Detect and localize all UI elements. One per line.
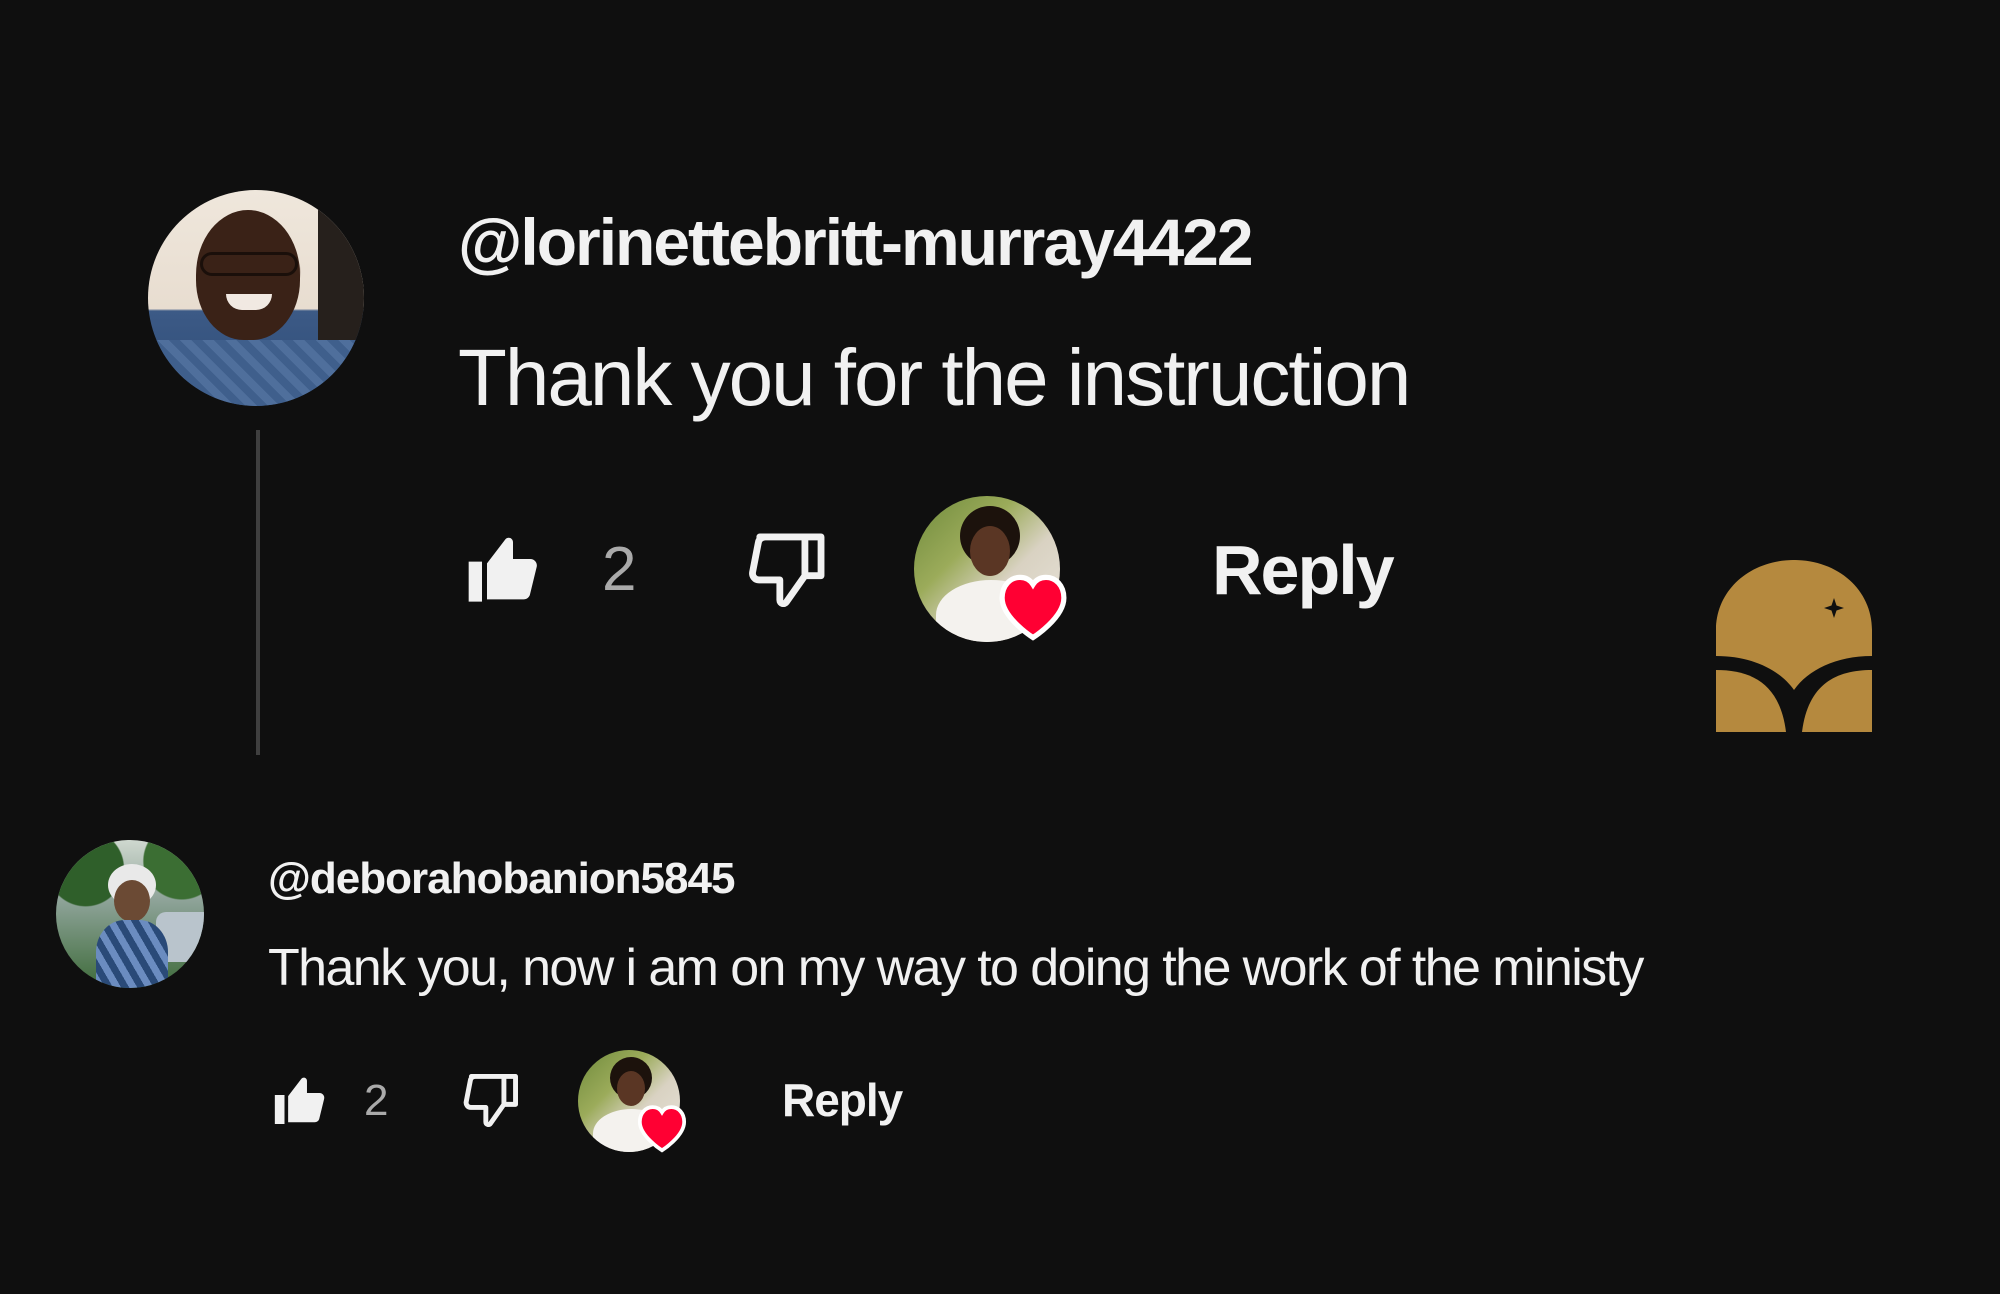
thumbs-down-icon[interactable] <box>460 1070 522 1132</box>
avatar-shirt <box>148 340 364 406</box>
creator-heart-badge[interactable] <box>914 496 1074 656</box>
avatar-dress <box>96 920 168 988</box>
comment-2-author-avatar[interactable] <box>56 840 204 988</box>
creator-heart-badge[interactable] <box>578 1050 690 1162</box>
comment-1-text: Thank you for the instruction <box>458 333 1411 422</box>
comment-1-author-avatar[interactable] <box>148 190 364 406</box>
thumbs-up-icon[interactable] <box>270 1072 328 1130</box>
comment-1-like-count: 2 <box>602 535 637 604</box>
thumbs-up-icon[interactable] <box>462 530 542 610</box>
comment-2-like-count: 2 <box>364 1076 389 1125</box>
comment-1-reply-button[interactable]: Reply <box>1212 530 1395 610</box>
sparkle-arch-logo <box>1716 560 1872 732</box>
comment-2-reply-button[interactable]: Reply <box>782 1072 903 1128</box>
avatar-face <box>114 880 150 922</box>
creator-heart-icon <box>637 1105 687 1153</box>
thumbs-down-icon[interactable] <box>744 528 830 614</box>
avatar-glasses <box>200 252 298 276</box>
comment-2-text: Thank you, now i am on my way to doing t… <box>268 939 1644 997</box>
comment-1-author-handle[interactable]: @lorinettebritt-murray4422 <box>458 202 1254 282</box>
creator-heart-icon <box>999 574 1067 641</box>
comment-2-author-handle[interactable]: @deborahobanion5845 <box>268 852 735 906</box>
avatar-background <box>318 190 364 340</box>
reply-thread-line <box>256 430 260 755</box>
